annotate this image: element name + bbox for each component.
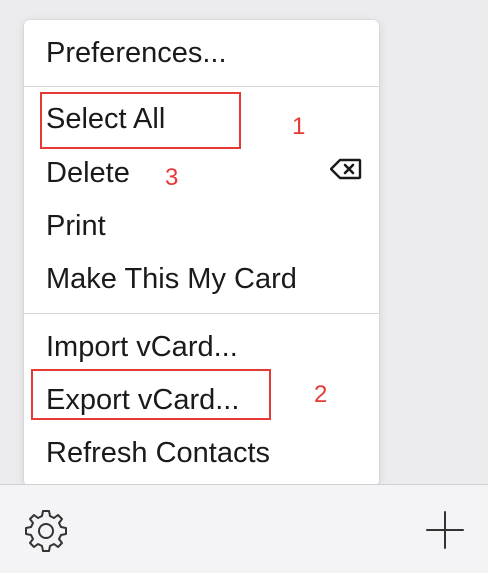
gear-icon xyxy=(25,510,67,552)
plus-icon xyxy=(426,511,464,549)
bottom-toolbar xyxy=(0,484,488,573)
menu-separator xyxy=(24,86,379,87)
annotation-number: 3 xyxy=(165,164,179,191)
menu-item-import-vcard[interactable]: Import vCard... xyxy=(46,330,238,364)
menu-separator xyxy=(24,313,379,314)
add-contact-button[interactable] xyxy=(418,503,472,557)
annotation-box-select-all xyxy=(40,92,241,149)
menu-item-print[interactable]: Print xyxy=(46,209,106,243)
menu-item-preferences[interactable]: Preferences... xyxy=(46,36,227,70)
delete-backward-key-icon xyxy=(330,158,362,180)
settings-button[interactable] xyxy=(20,505,72,557)
menu-item-make-this-my-card[interactable]: Make This My Card xyxy=(46,262,297,296)
menu-item-refresh-contacts[interactable]: Refresh Contacts xyxy=(46,436,270,470)
menu-item-delete[interactable]: Delete xyxy=(46,156,130,190)
annotation-number: 2 xyxy=(314,381,328,408)
annotation-number: 1 xyxy=(292,113,306,140)
annotation-box-export-vcard xyxy=(31,369,271,420)
